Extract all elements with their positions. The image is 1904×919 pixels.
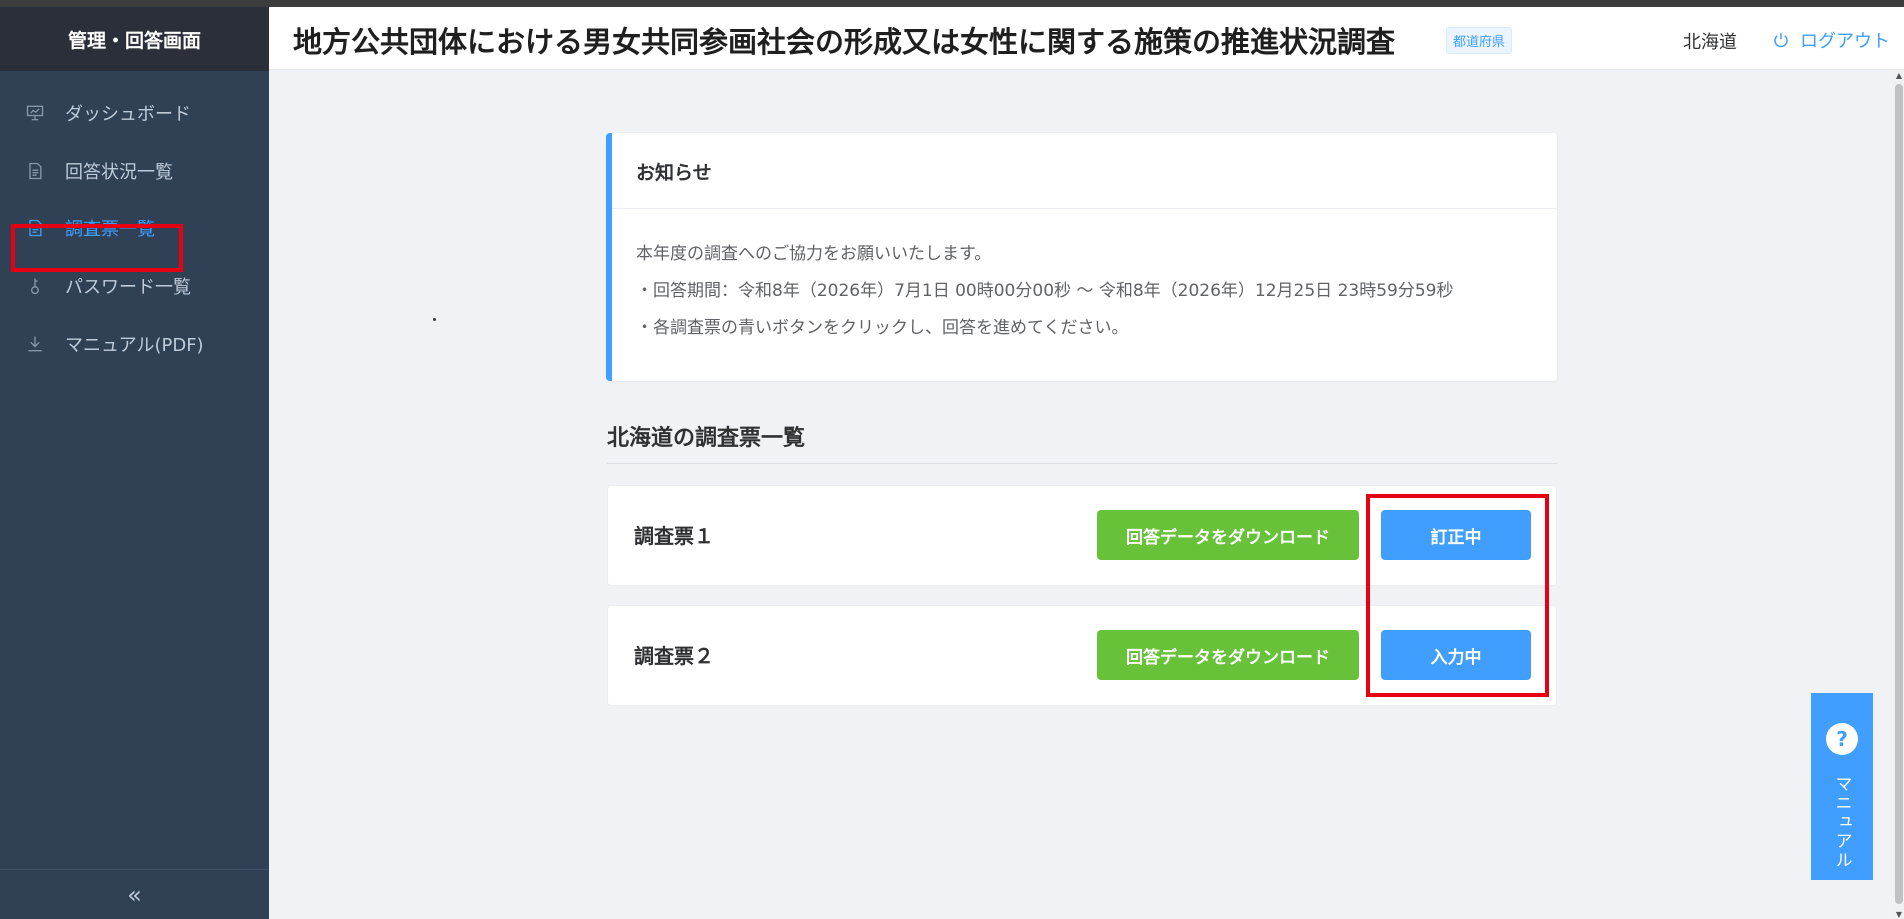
notice-line: 本年度の調査へのご協力をお願いいたします。 <box>636 244 992 264</box>
notice-card: お知らせ 本年度の調査へのご協力をお願いいたします。 ・回答期間：令和8年（20… <box>606 133 1557 381</box>
divider <box>607 463 1557 464</box>
prefecture-name: 北海道 <box>1683 32 1737 53</box>
download-response-button[interactable]: 回答データをダウンロード <box>1097 510 1359 560</box>
scroll-down-arrow-icon[interactable]: ▼ <box>1894 909 1904 919</box>
sidebar-collapse-button[interactable]: « <box>0 869 269 919</box>
survey-name: 調査票１ <box>634 524 714 548</box>
double-chevron-left-icon: « <box>127 880 142 909</box>
survey-name: 調査票２ <box>634 644 714 668</box>
sidebar-item-manual-pdf[interactable]: マニュアル(PDF) <box>0 315 269 373</box>
sidebar-item-label: 回答状況一覧 <box>65 162 173 183</box>
question-icon: ? <box>1826 723 1858 755</box>
power-icon <box>1774 33 1788 48</box>
top-header: 地方公共団体における男女共同参画社会の形成又は女性に関する施策の推進状況調査 都… <box>269 7 1904 70</box>
stray-dot <box>433 318 436 321</box>
survey-status-button[interactable]: 入力中 <box>1381 630 1531 680</box>
notice-body: 本年度の調査へのご協力をお願いいたします。 ・回答期間：令和8年（2026年）7… <box>612 209 1557 374</box>
sidebar: 管理・回答画面 ダッシュボード 回答状況一覧 調査票一覧 パスワード一覧 マニュ… <box>0 7 269 919</box>
notice-line: ・各調査票の青いボタンをクリックし、回答を進めてください。 <box>636 318 1129 338</box>
sidebar-item-password-list[interactable]: パスワード一覧 <box>0 257 269 315</box>
vertical-scrollbar[interactable]: ▲ ▼ <box>1894 70 1904 919</box>
survey-card: 調査票１ 回答データをダウンロード 訂正中 <box>607 485 1557 586</box>
sidebar-item-label: パスワード一覧 <box>65 277 191 298</box>
download-response-button[interactable]: 回答データをダウンロード <box>1097 630 1359 680</box>
page-title: 地方公共団体における男女共同参画社会の形成又は女性に関する施策の推進状況調査 <box>293 25 1396 59</box>
survey-list-heading: 北海道の調査票一覧 <box>607 426 806 451</box>
scrollbar-thumb[interactable] <box>1895 84 1903 904</box>
document-icon <box>24 217 46 239</box>
logout-label: ログアウト <box>1800 31 1890 52</box>
survey-status-button[interactable]: 訂正中 <box>1381 510 1531 560</box>
presentation-icon <box>24 102 46 124</box>
sidebar-item-label: ダッシュボード <box>65 104 191 125</box>
sidebar-item-label: マニュアル(PDF) <box>65 335 204 356</box>
category-badge: 都道府県 <box>1446 27 1513 54</box>
key-icon <box>24 275 46 297</box>
notice-line: ・回答期間：令和8年（2026年）7月1日 00時00分00秒 〜 令和8年（2… <box>636 281 1454 301</box>
floating-manual-label: マニュアル <box>1831 775 1852 870</box>
scroll-up-arrow-icon[interactable]: ▲ <box>1894 70 1904 80</box>
sidebar-item-response-status[interactable]: 回答状況一覧 <box>0 142 269 200</box>
sidebar-item-label: 調査票一覧 <box>65 219 155 240</box>
notice-title: お知らせ <box>612 133 1557 209</box>
sidebar-item-survey-list[interactable]: 調査票一覧 <box>0 199 269 257</box>
floating-manual-button[interactable]: ? マニュアル <box>1811 693 1873 880</box>
sidebar-item-dashboard[interactable]: ダッシュボード <box>0 84 269 142</box>
download-icon <box>24 333 46 355</box>
browser-top-strip <box>0 0 1904 7</box>
logout-button[interactable]: ログアウト <box>1772 27 1890 53</box>
document-icon <box>24 160 46 182</box>
sidebar-title: 管理・回答画面 <box>0 7 269 71</box>
survey-card: 調査票２ 回答データをダウンロード 入力中 <box>607 605 1557 706</box>
